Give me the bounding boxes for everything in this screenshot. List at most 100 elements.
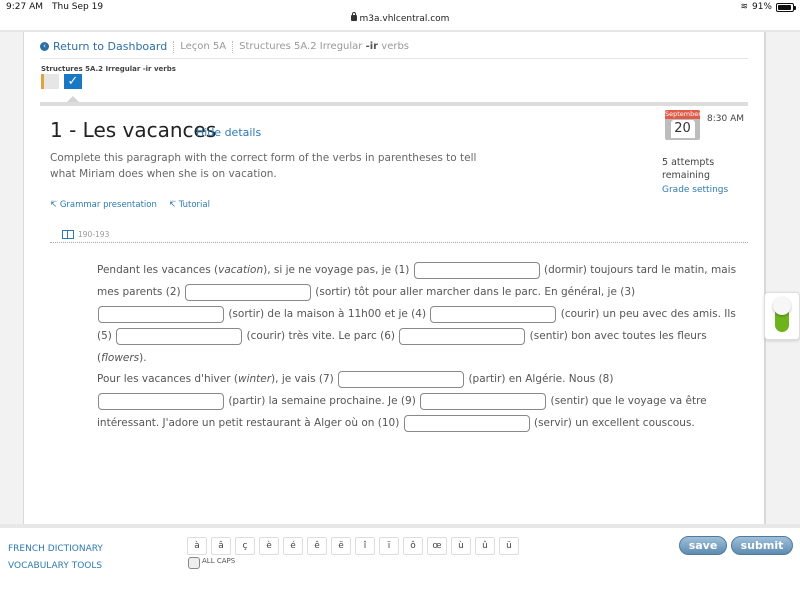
- grammar-presentation-link[interactable]: ↸ Grammar presentation: [50, 200, 157, 210]
- checkmark-icon: ✓: [67, 74, 79, 89]
- instructions: Complete this paragraph with the correct…: [50, 152, 477, 180]
- sidebar-toggle[interactable]: [764, 292, 800, 340]
- accent-char-button[interactable]: î: [355, 537, 375, 555]
- accent-char-button[interactable]: è: [259, 537, 279, 555]
- text-italic: winter: [237, 373, 272, 385]
- dotted-divider: [50, 242, 748, 243]
- left-gutter: [0, 32, 24, 524]
- breadcrumb-lesson[interactable]: Leçon 5A: [180, 41, 226, 52]
- blank-2[interactable]: [184, 283, 311, 301]
- attempts-remaining: 5 attempts remaining: [662, 157, 715, 181]
- section-text: verbs: [378, 41, 410, 52]
- accent-char-button[interactable]: ü: [499, 537, 519, 555]
- text-italic: flowers: [101, 352, 140, 364]
- calendar-icon: September 20: [665, 110, 701, 140]
- divider: [0, 30, 800, 32]
- blank-7[interactable]: [338, 370, 465, 388]
- external-link-icon: ↸: [50, 200, 58, 210]
- text: (servir) un excellent couscous.: [530, 417, 695, 429]
- blank-8[interactable]: [98, 392, 224, 410]
- accent-char-button[interactable]: ô: [403, 537, 423, 555]
- text: (courir) très vite. Le parc (6): [243, 330, 399, 342]
- activity-tile-complete[interactable]: ✓: [64, 74, 82, 89]
- activity-tile-incomplete[interactable]: [41, 74, 59, 89]
- accent-char-button[interactable]: œ: [427, 537, 447, 555]
- text: (partir) en Algérie. Nous (8): [465, 373, 614, 385]
- divider: [0, 524, 800, 528]
- save-button[interactable]: save: [679, 536, 727, 555]
- external-link-icon: ↸: [168, 200, 177, 210]
- text: ), je vais (7): [271, 373, 338, 385]
- status-icons: ≋ 91%: [740, 2, 796, 12]
- accent-character-bar: àâçèéêëîïôœùûü: [187, 537, 519, 555]
- assignment-label: Structures 5A.2 Irregular -ir verbs: [41, 65, 176, 73]
- footer-links: FRENCH DICTIONARY VOCABULARY TOOLS: [8, 541, 103, 575]
- blank-10[interactable]: [403, 414, 530, 432]
- return-to-dashboard-link[interactable]: ‹ Return to Dashboard: [40, 40, 167, 53]
- grade-settings-link[interactable]: Grade settings: [662, 185, 728, 195]
- text: ).: [139, 352, 147, 364]
- status-bar: 9:27 AM Thu Sep 19 ≋ 91%: [0, 0, 800, 15]
- blank-1[interactable]: [413, 261, 540, 279]
- page-range: 190-193: [78, 230, 110, 239]
- text-italic: vacation: [218, 264, 264, 276]
- text: (sortir) tôt pour aller marcher dans le …: [311, 286, 636, 298]
- return-label: Return to Dashboard: [53, 40, 168, 53]
- all-caps-label: ALL CAPS: [202, 557, 236, 565]
- blank-6[interactable]: [399, 327, 526, 345]
- text: (sortir) de la maison à 11h00 et je (4): [225, 308, 430, 320]
- accent-char-button[interactable]: â: [211, 537, 231, 555]
- blank-9[interactable]: [420, 392, 547, 410]
- activity-title: 1 - Les vacances: [50, 118, 217, 142]
- accent-char-button[interactable]: ê: [307, 537, 327, 555]
- due-day: 20: [670, 120, 695, 138]
- right-gutter: [764, 32, 800, 524]
- accent-char-button[interactable]: ï: [379, 537, 399, 555]
- blank-5[interactable]: [116, 327, 243, 345]
- accent-char-button[interactable]: ë: [331, 537, 351, 555]
- address-bar[interactable]: m3a.vhlcentral.com: [0, 12, 800, 30]
- accent-char-button[interactable]: û: [475, 537, 495, 555]
- submit-button[interactable]: submit: [731, 536, 793, 555]
- paragraph-2: Pour les vacances d'hiver (winter), je v…: [97, 368, 737, 434]
- breadcrumb-separator: [173, 40, 175, 53]
- accent-char-button[interactable]: ù: [451, 537, 471, 555]
- due-month: September: [665, 110, 701, 119]
- text: Pendant les vacances (: [97, 264, 219, 276]
- divider: [40, 102, 748, 106]
- due-time: 8:30 AM: [707, 114, 744, 124]
- battery-icon: [776, 2, 796, 12]
- link-label: Tutorial: [178, 200, 210, 210]
- back-arrow-icon: ‹: [40, 42, 49, 51]
- textbook-pages[interactable]: 190-193: [62, 230, 109, 239]
- breadcrumb: ‹ Return to Dashboard Leçon 5A Structure…: [40, 40, 409, 53]
- link-label: Grammar presentation: [59, 200, 157, 210]
- toggle-knob[interactable]: [773, 297, 791, 315]
- clock: 9:27 AM: [6, 2, 43, 12]
- battery-percent: 91%: [751, 2, 772, 12]
- action-buttons: save submit: [679, 536, 793, 555]
- french-dictionary-link[interactable]: FRENCH DICTIONARY: [8, 541, 103, 558]
- paragraph-1: Pendant les vacances (vacation), si je n…: [97, 259, 737, 369]
- hide-details-link[interactable]: Hide details: [196, 126, 261, 139]
- resource-links: ↸ Grammar presentation ↸ Tutorial: [50, 200, 210, 210]
- blank-4[interactable]: [430, 305, 557, 323]
- accent-char-button[interactable]: à: [187, 537, 207, 555]
- all-caps-toggle[interactable]: ALL CAPS: [188, 557, 235, 569]
- lock-icon: [350, 12, 357, 21]
- book-icon: [62, 230, 74, 239]
- section-bold: -ir: [365, 41, 379, 52]
- tutorial-link[interactable]: ↸ Tutorial: [169, 200, 210, 210]
- vocabulary-tools-link[interactable]: VOCABULARY TOOLS: [8, 558, 103, 575]
- text: Pour les vacances d'hiver (: [97, 373, 238, 385]
- all-caps-checkbox[interactable]: [188, 557, 200, 569]
- divider: [40, 58, 748, 59]
- section-text: Structures 5A.2 Irregular: [239, 41, 366, 52]
- text: (partir) la semaine prochaine. Je (9): [225, 395, 420, 407]
- url: m3a.vhlcentral.com: [359, 14, 450, 24]
- accent-char-button[interactable]: é: [283, 537, 303, 555]
- date: Thu Sep 19: [52, 2, 104, 12]
- accent-char-button[interactable]: ç: [235, 537, 255, 555]
- breadcrumb-section: Structures 5A.2 Irregular -ir verbs: [239, 41, 409, 52]
- blank-3[interactable]: [98, 305, 224, 323]
